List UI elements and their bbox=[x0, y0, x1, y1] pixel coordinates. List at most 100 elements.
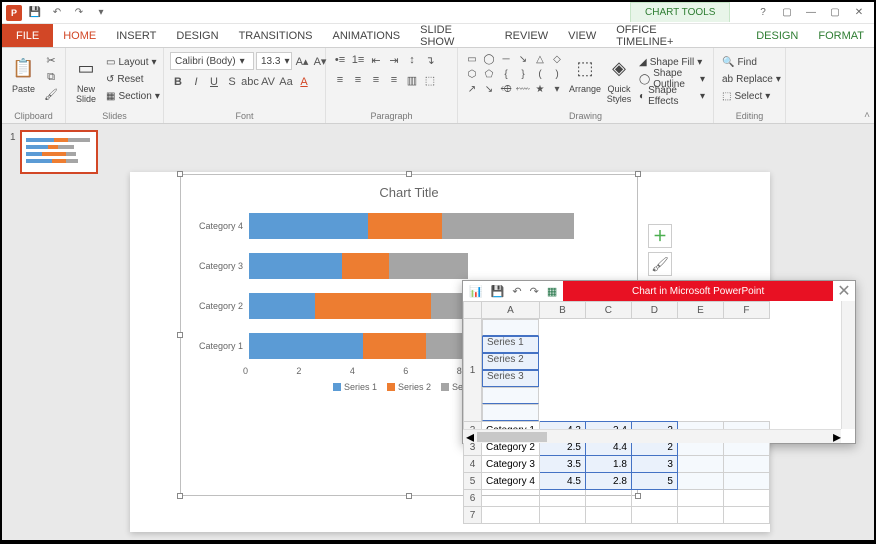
case-icon[interactable]: Aa bbox=[278, 74, 294, 90]
tab-file[interactable]: FILE bbox=[2, 24, 53, 47]
save-icon[interactable]: 💾 bbox=[26, 5, 44, 21]
select-button[interactable]: ⬚ Select ▾ bbox=[720, 88, 783, 104]
tab-transitions[interactable]: TRANSITIONS bbox=[229, 24, 323, 47]
app-logo-icon: P bbox=[6, 5, 22, 21]
sheet-excel-icon[interactable]: ▦ bbox=[547, 285, 557, 298]
cut-icon[interactable]: ✂ bbox=[43, 52, 59, 68]
data-grid[interactable]: ABCDEF1Series 1Series 2Series 32Category… bbox=[463, 301, 770, 524]
resize-handle[interactable] bbox=[406, 171, 412, 177]
tab-review[interactable]: REVIEW bbox=[495, 24, 558, 47]
align-center-icon[interactable]: ≡ bbox=[350, 72, 366, 88]
shapes-gallery[interactable]: ▭◯─↘△◇ ⬡⬠{}() ↗↘⬲⬳★▾ bbox=[464, 52, 565, 96]
chart-add-element-button[interactable]: ＋ bbox=[648, 224, 672, 248]
sheet-hscrollbar[interactable]: ◂▸ bbox=[463, 429, 841, 443]
chart-title[interactable]: Chart Title bbox=[181, 175, 637, 206]
columns-icon[interactable]: ▥ bbox=[404, 72, 420, 88]
chart-data-sheet[interactable]: 📊 💾 ↶ ↷ ▦ Chart in Microsoft PowerPoint … bbox=[462, 280, 856, 444]
tab-chart-design[interactable]: DESIGN bbox=[746, 24, 808, 47]
section-button[interactable]: ▦ Section ▾ bbox=[104, 88, 162, 104]
grow-font-icon[interactable]: A▴ bbox=[294, 53, 310, 69]
bullets-icon[interactable]: •≡ bbox=[332, 52, 348, 68]
chart-bar-segment[interactable] bbox=[249, 213, 368, 239]
maximize-icon[interactable]: ▢ bbox=[826, 5, 844, 21]
font-name-combo[interactable]: Calibri (Body)▾ bbox=[170, 52, 254, 70]
justify-icon[interactable]: ≡ bbox=[386, 72, 402, 88]
smartart-icon[interactable]: ⬚ bbox=[422, 72, 438, 88]
chart-bar-segment[interactable] bbox=[249, 253, 342, 279]
chart-bar[interactable] bbox=[249, 253, 619, 279]
tab-slideshow[interactable]: SLIDE SHOW bbox=[410, 24, 495, 47]
chart-bar-segment[interactable] bbox=[342, 253, 390, 279]
replace-button[interactable]: ab Replace ▾ bbox=[720, 71, 783, 87]
reset-button[interactable]: ↺ Reset bbox=[104, 71, 162, 87]
resize-handle[interactable] bbox=[177, 332, 183, 338]
slide-canvas[interactable]: Chart Title Category 4Category 3Category… bbox=[110, 124, 874, 540]
decrease-indent-icon[interactable]: ⇤ bbox=[368, 52, 384, 68]
minimize-icon[interactable]: — bbox=[802, 5, 820, 21]
shadow-icon[interactable]: abc bbox=[242, 74, 258, 90]
bold-icon[interactable]: B bbox=[170, 74, 186, 90]
sheet-vscrollbar[interactable] bbox=[841, 301, 855, 429]
chart-bar-segment[interactable] bbox=[389, 253, 468, 279]
redo-icon[interactable]: ↷ bbox=[70, 5, 88, 21]
group-slides-label: Slides bbox=[72, 109, 157, 123]
chart-bar-segment[interactable] bbox=[368, 213, 442, 239]
qat-more-icon[interactable]: ▾ bbox=[92, 5, 110, 21]
align-left-icon[interactable]: ≡ bbox=[332, 72, 348, 88]
italic-icon[interactable]: I bbox=[188, 74, 204, 90]
collapse-ribbon-icon[interactable]: ˄ bbox=[864, 110, 870, 121]
sheet-chart-icon[interactable]: 📊 bbox=[469, 285, 483, 298]
layout-button[interactable]: ▭ Layout ▾ bbox=[104, 54, 162, 70]
sheet-close-icon[interactable]: ✕ bbox=[833, 281, 855, 301]
line-spacing-icon[interactable]: ↕ bbox=[404, 52, 420, 68]
chart-category-label: Category 3 bbox=[187, 261, 243, 271]
sheet-redo-icon[interactable]: ↷ bbox=[530, 285, 539, 298]
slide-thumbnail-1[interactable]: 1 bbox=[20, 130, 98, 174]
tab-office-timeline[interactable]: OFFICE TIMELINE+ bbox=[606, 24, 720, 47]
new-slide-button[interactable]: ▭ New Slide bbox=[72, 52, 100, 104]
chart-bar-segment[interactable] bbox=[315, 293, 431, 319]
find-button[interactable]: 🔍 Find bbox=[720, 54, 783, 70]
resize-handle[interactable] bbox=[177, 171, 183, 177]
chart-bar[interactable] bbox=[249, 213, 619, 239]
numbering-icon[interactable]: 1≡ bbox=[350, 52, 366, 68]
tab-home[interactable]: HOME bbox=[53, 24, 106, 47]
undo-icon[interactable]: ↶ bbox=[48, 5, 66, 21]
sheet-save-icon[interactable]: 💾 bbox=[491, 285, 505, 298]
legend-item[interactable]: Series 2 bbox=[387, 382, 431, 392]
strike-icon[interactable]: S bbox=[224, 74, 240, 90]
tab-animations[interactable]: ANIMATIONS bbox=[323, 24, 411, 47]
underline-icon[interactable]: U bbox=[206, 74, 222, 90]
legend-item[interactable]: Series 1 bbox=[333, 382, 377, 392]
chart-styles-button[interactable]: 🖌 bbox=[648, 252, 672, 276]
sheet-undo-icon[interactable]: ↶ bbox=[512, 285, 521, 298]
text-direction-icon[interactable]: ↴ bbox=[422, 52, 438, 68]
increase-indent-icon[interactable]: ⇥ bbox=[386, 52, 402, 68]
spacing-icon[interactable]: AV bbox=[260, 74, 276, 90]
ribbon-options-icon[interactable]: ▢ bbox=[778, 5, 796, 21]
group-drawing-label: Drawing bbox=[464, 109, 707, 123]
font-size-combo[interactable]: 13.3▾ bbox=[256, 52, 292, 70]
shape-effects-button[interactable]: ◐ Shape Effects ▾ bbox=[637, 88, 707, 104]
chart-bar-segment[interactable] bbox=[363, 333, 426, 359]
chart-bar-segment[interactable] bbox=[249, 333, 363, 359]
tab-chart-format[interactable]: FORMAT bbox=[808, 24, 874, 47]
copy-icon[interactable]: ⧉ bbox=[43, 69, 59, 85]
arrange-button[interactable]: ⬚ Arrange bbox=[569, 52, 601, 94]
help-icon[interactable]: ? bbox=[754, 5, 772, 21]
ribbon: 📋 Paste ✂ ⧉ 🖌 Clipboard ▭ New Slide ▭ La… bbox=[2, 48, 874, 124]
close-icon[interactable]: ✕ bbox=[850, 5, 868, 21]
resize-handle[interactable] bbox=[635, 171, 641, 177]
font-color-icon[interactable]: A bbox=[296, 74, 312, 90]
chart-bar-segment[interactable] bbox=[442, 213, 574, 239]
quick-styles-button[interactable]: ◈ Quick Styles bbox=[605, 52, 633, 104]
format-painter-icon[interactable]: 🖌 bbox=[43, 86, 59, 102]
resize-handle[interactable] bbox=[177, 493, 183, 499]
tab-view[interactable]: VIEW bbox=[558, 24, 606, 47]
chart-bar-segment[interactable] bbox=[249, 293, 315, 319]
tab-insert[interactable]: INSERT bbox=[106, 24, 166, 47]
align-right-icon[interactable]: ≡ bbox=[368, 72, 384, 88]
resize-handle[interactable] bbox=[406, 493, 412, 499]
paste-button[interactable]: 📋 Paste bbox=[8, 52, 39, 94]
tab-design[interactable]: DESIGN bbox=[166, 24, 228, 47]
